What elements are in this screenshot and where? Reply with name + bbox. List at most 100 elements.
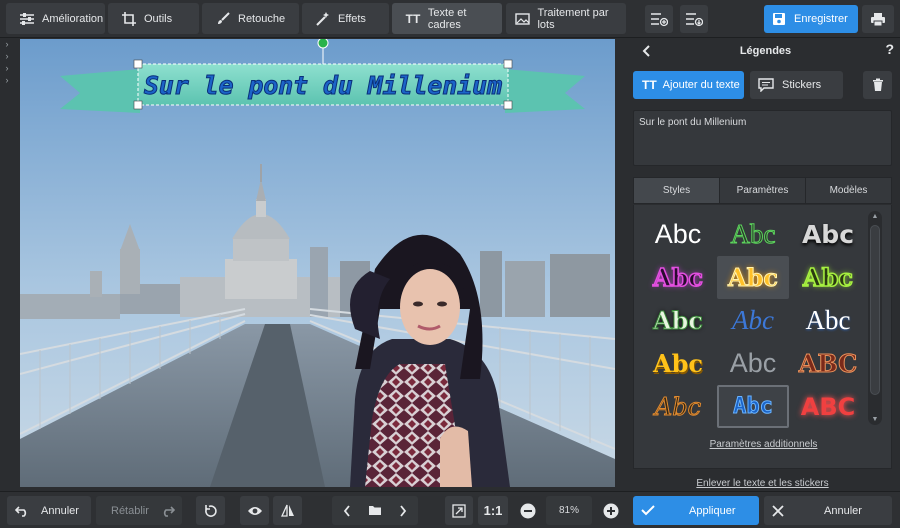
style-tabs: Styles Paramètres Modèles [633,177,892,204]
styles-grid: Abc Abc Abc Abc Abc Abc Abc Abc Abc Abc … [642,213,864,428]
bottom-toolbar: Annuler Rétablir 1:1 81% Appliquer Annul… [0,491,900,528]
panel-header: Légendes ? [633,38,898,64]
zoom-out-button[interactable] [514,496,542,525]
undo-button[interactable]: Annuler [7,496,91,525]
text-icon: TT [642,78,657,92]
cancel-button[interactable]: Annuler [764,496,892,525]
zoom-level[interactable]: 81% [546,496,592,525]
chevron-right-icon: › [5,39,9,49]
crop-icon [120,10,138,28]
side-collapse-arrows[interactable]: › › › › [0,38,14,98]
apply-button[interactable]: Appliquer [633,496,759,525]
apply-label: Appliquer [689,504,736,517]
style-preset[interactable]: ABC [792,385,864,428]
next-photo-button[interactable] [389,504,417,517]
style-preset[interactable]: Abc [642,342,714,385]
remove-text-stickers-link[interactable]: Enlever le texte et les stickers [625,478,900,489]
style-preset[interactable]: Abc [717,256,789,299]
printer-icon [871,12,885,26]
tab-label: Amélioration [42,12,104,25]
style-preset[interactable]: Abc [792,299,864,342]
tab-label: Effets [338,12,366,25]
panel-title: Légendes [739,45,792,57]
close-icon [772,504,784,517]
zoom-in-button[interactable] [597,496,625,525]
banner-caption-text: Sur le pont du Millenium [144,71,502,100]
chevron-right-icon [400,504,407,517]
trash-icon [872,78,883,91]
rotate-button[interactable] [196,496,225,525]
actual-size-button[interactable]: 1:1 [478,496,508,525]
preview-button[interactable] [240,496,269,525]
rotate-icon [204,504,217,517]
sliders-plus-icon [651,13,668,27]
scroll-thumb[interactable] [870,225,880,395]
cancel-label: Annuler [824,504,862,517]
add-text-button[interactable]: TT Ajouter du texte [633,71,744,99]
style-preset-selected[interactable]: Abc [717,385,789,428]
style-preset[interactable]: Abc [792,256,864,299]
print-button[interactable] [862,5,894,33]
undo-icon [15,505,27,517]
tab-traitement-par-lots[interactable]: Traitement par lots [506,3,626,34]
rotate-handle [317,39,329,49]
eye-icon [247,506,262,515]
tab-styles[interactable]: Styles [634,178,720,203]
expand-icon [452,503,466,518]
plus-circle-icon [603,503,619,518]
style-preset[interactable]: Abc [642,299,714,342]
photo-canvas[interactable]: Sur le pont du Millenium [20,39,615,487]
style-preset[interactable]: ABC [792,342,864,385]
previous-photo-button[interactable] [333,504,361,517]
floppy-icon [772,12,786,26]
captions-panel: Légendes ? TT Ajouter du texte Stickers … [625,38,900,491]
additional-parameters-link[interactable]: Paramètres additionnels [634,439,893,450]
navigation-group [332,496,418,525]
stickers-label: Stickers [782,79,822,91]
brush-icon [214,10,232,28]
speech-bubble-icon [758,78,774,92]
tab-amelioration[interactable]: Amélioration [6,3,105,34]
tab-parametres[interactable]: Paramètres [720,178,806,203]
undo-label: Annuler [41,504,79,517]
styles-scrollbar[interactable]: ▲ ▼ [868,211,882,425]
load-preset-button[interactable] [680,5,708,33]
redo-icon [163,505,175,517]
caption-text-input[interactable]: Sur le pont du Millenium [633,110,892,166]
sliders-icon [18,10,36,28]
chevron-left-icon [343,504,350,517]
add-preset-button[interactable] [645,5,673,33]
image-stack-icon [514,10,531,28]
style-preset[interactable]: Abc [717,342,789,385]
style-preset[interactable]: Abc [642,256,714,299]
magic-wand-icon [314,10,332,28]
stickers-button[interactable]: Stickers [750,71,843,99]
tab-outils[interactable]: Outils [108,3,199,34]
open-folder-button[interactable] [361,505,389,516]
compare-button[interactable] [273,496,302,525]
scroll-down-icon[interactable]: ▼ [868,416,882,423]
minus-circle-icon [520,503,536,518]
add-text-label: Ajouter du texte [662,79,740,91]
help-icon[interactable]: ? [885,41,894,57]
fit-to-screen-button[interactable] [445,496,473,525]
tab-modeles[interactable]: Modèles [806,178,891,203]
top-toolbar: Amélioration Outils Retouche Effets TT T… [0,0,900,38]
scroll-up-icon[interactable]: ▲ [868,213,882,220]
style-preset[interactable]: Abc [717,213,789,256]
redo-button[interactable]: Rétablir [96,496,182,525]
tab-label: Outils [144,12,173,25]
tab-retouche[interactable]: Retouche [202,3,299,34]
folder-icon [369,506,381,515]
style-preset[interactable]: Abc [642,385,714,428]
style-preset[interactable]: Abc [642,213,714,256]
style-preset[interactable]: Abc [792,213,864,256]
photo-scene: Sur le pont du Millenium [20,39,615,487]
chevron-right-icon: › [5,51,9,61]
tab-effets[interactable]: Effets [302,3,389,34]
text-icon: TT [405,11,421,26]
tab-texte-et-cadres[interactable]: TT Texte et cadres [392,3,502,34]
delete-button[interactable] [863,71,892,99]
save-button[interactable]: Enregistrer [764,5,858,33]
style-preset[interactable]: Abc [717,299,789,342]
